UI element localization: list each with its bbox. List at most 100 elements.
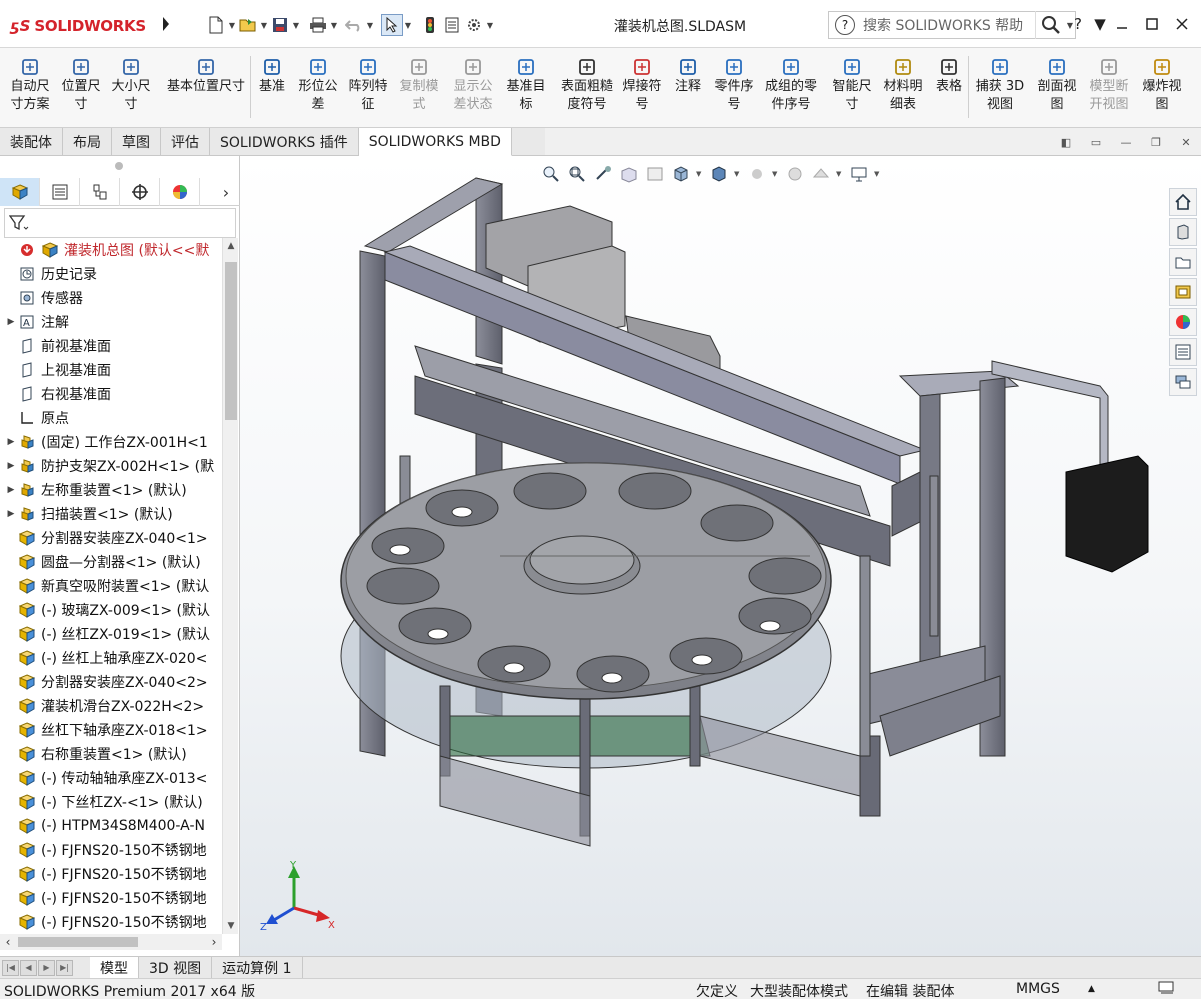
tree-item[interactable]: (-) FJFNS20-150不锈钢地 xyxy=(0,838,222,862)
tree-item[interactable]: ▶ (固定) 工作台ZX-001H<1 xyxy=(0,430,222,454)
tree-horizontal-scrollbar[interactable]: ‹ › xyxy=(0,934,222,950)
tree-item[interactable]: 右称重装置<1> (默认) xyxy=(0,742,222,766)
search-icon[interactable] xyxy=(1035,11,1065,39)
command-button[interactable]: 智能尺 寸 xyxy=(826,52,878,124)
configurationmanager-icon[interactable] xyxy=(80,178,120,206)
command-button[interactable]: 材料明 细表 xyxy=(876,52,930,124)
tree-root-assembly[interactable]: 灌装机总图 (默认<<默 xyxy=(0,238,222,262)
tree-item[interactable]: ▶ 防护支架ZX-002H<1> (默 xyxy=(0,454,222,478)
tree-item[interactable]: 上视基准面 xyxy=(0,358,222,382)
command-button[interactable]: 基准目 标 xyxy=(500,52,552,124)
file-explorer-icon[interactable] xyxy=(1169,248,1197,276)
command-button[interactable]: 基本位置尺寸 xyxy=(158,52,254,124)
help-button[interactable]: ? xyxy=(1065,12,1091,36)
tree-item[interactable]: 圆盘—分割器<1> (默认) xyxy=(0,550,222,574)
command-button[interactable]: 表格 xyxy=(930,52,968,124)
status-definition[interactable]: 欠定义 xyxy=(696,981,738,999)
bottom-tab[interactable]: 运动算例 1 xyxy=(212,956,303,979)
expand-arrow-icon[interactable]: ▶ xyxy=(4,461,18,471)
help-dropdown-icon[interactable]: ▼ xyxy=(1094,12,1106,36)
new-file-icon[interactable] xyxy=(205,14,227,36)
expand-arrow-icon[interactable]: ▶ xyxy=(4,317,18,327)
ribbon-tab[interactable]: 布局 xyxy=(63,128,112,156)
scroll-left-icon[interactable]: ‹ xyxy=(0,934,16,950)
scroll-thumb[interactable] xyxy=(225,262,237,420)
scroll-up-icon[interactable]: ▲ xyxy=(223,238,239,254)
command-button[interactable]: 剖面视 图 xyxy=(1030,52,1084,124)
ribbon-tab[interactable]: SOLIDWORKS 插件 xyxy=(210,128,359,156)
tree-item[interactable]: 分割器安装座ZX-040<2> xyxy=(0,670,222,694)
tree-item[interactable]: 分割器安装座ZX-040<1> xyxy=(0,526,222,550)
display-manager-icon[interactable] xyxy=(160,178,200,206)
command-button[interactable]: 大小尺 寸 xyxy=(104,52,158,124)
tree-item[interactable]: (-) FJFNS20-150不锈钢地 xyxy=(0,862,222,886)
bottom-tab[interactable]: 3D 视图 xyxy=(139,956,213,979)
chevron-right-icon[interactable]: › xyxy=(212,178,240,206)
viewport-close-icon[interactable]: ✕ xyxy=(1177,134,1195,150)
tree-item[interactable]: (-) 下丝杠ZX-<1> (默认) xyxy=(0,790,222,814)
ribbon-tab[interactable]: 评估 xyxy=(161,128,210,156)
gear-icon[interactable] xyxy=(463,14,485,36)
print-dropdown-icon[interactable]: ▼ xyxy=(329,21,339,30)
filter-icon[interactable] xyxy=(9,214,29,232)
tree-item[interactable]: ▶ 扫描装置<1> (默认) xyxy=(0,502,222,526)
expand-arrow-icon[interactable]: ▶ xyxy=(4,509,18,519)
help-question-icon[interactable]: ? xyxy=(835,15,855,35)
last-tab-icon[interactable]: ▶| xyxy=(56,959,73,976)
forum-icon[interactable] xyxy=(1169,368,1197,396)
command-button[interactable]: 复制模 式 xyxy=(392,52,446,124)
command-button[interactable]: 表面粗糙 度符号 xyxy=(556,52,618,124)
solidworks-logo[interactable]: ƽS SOLIDWORKS xyxy=(10,12,155,40)
tree-item[interactable]: ▶ 左称重装置<1> (默认) xyxy=(0,478,222,502)
open-folder-icon[interactable] xyxy=(237,14,259,36)
hscroll-thumb[interactable] xyxy=(18,937,138,947)
command-button[interactable]: 焊接符 号 xyxy=(616,52,668,124)
units-dropdown-icon[interactable]: ▲ xyxy=(1088,984,1095,994)
command-button[interactable]: 爆炸视 图 xyxy=(1136,52,1188,124)
viewport-menu-icon[interactable]: ▭ xyxy=(1087,134,1105,150)
command-button[interactable]: 阵列特 征 xyxy=(342,52,394,124)
menu-expand-arrow-icon[interactable] xyxy=(160,14,172,34)
viewport-nav-icon[interactable]: ◧ xyxy=(1057,134,1075,150)
tree-item[interactable]: 丝杠下轴承座ZX-018<1> xyxy=(0,718,222,742)
tree-vertical-scrollbar[interactable]: ▲ ▼ xyxy=(222,238,238,934)
command-button[interactable]: 位置尺 寸 xyxy=(54,52,108,124)
tree-item[interactable]: (-) HTPM34S8M400-A-N xyxy=(0,814,222,838)
traffic-light-icon[interactable] xyxy=(419,14,441,36)
bottom-tab[interactable]: 模型 xyxy=(90,956,139,979)
tree-item[interactable]: 历史记录 xyxy=(0,262,222,286)
scroll-down-icon[interactable]: ▼ xyxy=(223,918,239,934)
tree-item[interactable]: 原点 xyxy=(0,406,222,430)
panel-grip[interactable] xyxy=(115,162,123,170)
ribbon-tab[interactable]: 草图 xyxy=(112,128,161,156)
tree-item[interactable]: 新真空吸附装置<1> (默认 xyxy=(0,574,222,598)
file-properties-icon[interactable] xyxy=(441,14,463,36)
prev-tab-icon[interactable]: ◀ xyxy=(20,959,37,976)
viewport-restore-icon[interactable]: ❐ xyxy=(1147,134,1165,150)
pointer-icon[interactable] xyxy=(381,14,403,36)
expand-arrow-icon[interactable]: ▶ xyxy=(4,485,18,495)
tree-item[interactable]: 传感器 xyxy=(0,286,222,310)
maximize-icon[interactable] xyxy=(1139,12,1165,36)
first-tab-icon[interactable]: |◀ xyxy=(2,959,19,976)
tree-item[interactable]: (-) 丝杠上轴承座ZX-020< xyxy=(0,646,222,670)
dimxpert-icon[interactable] xyxy=(120,178,160,206)
options-dropdown-icon[interactable]: ▼ xyxy=(485,21,495,30)
new-dropdown-icon[interactable]: ▼ xyxy=(227,21,237,30)
assembly-model[interactable] xyxy=(240,156,1201,956)
close-icon[interactable] xyxy=(1169,12,1195,36)
scroll-right-icon[interactable]: › xyxy=(206,934,222,950)
command-button[interactable]: 成组的零 件序号 xyxy=(758,52,824,124)
next-tab-icon[interactable]: ▶ xyxy=(38,959,55,976)
command-button[interactable]: 捕获 3D 视图 xyxy=(972,52,1028,124)
tree-item[interactable]: 前视基准面 xyxy=(0,334,222,358)
custom-properties-icon[interactable] xyxy=(1169,338,1197,366)
graphics-area[interactable]: ▼ ▼ ▼ ▼ ▼ Y X Z xyxy=(240,156,1201,956)
command-button[interactable]: 注释 xyxy=(668,52,708,124)
command-button[interactable]: 模型断 开视图 xyxy=(1082,52,1136,124)
ribbon-tab[interactable]: 装配体 xyxy=(0,128,63,156)
expand-arrow-icon[interactable]: ▶ xyxy=(4,437,18,447)
appearances-icon[interactable] xyxy=(1169,308,1197,336)
minimize-icon[interactable] xyxy=(1109,12,1135,36)
select-dropdown-icon[interactable]: ▼ xyxy=(403,21,413,30)
